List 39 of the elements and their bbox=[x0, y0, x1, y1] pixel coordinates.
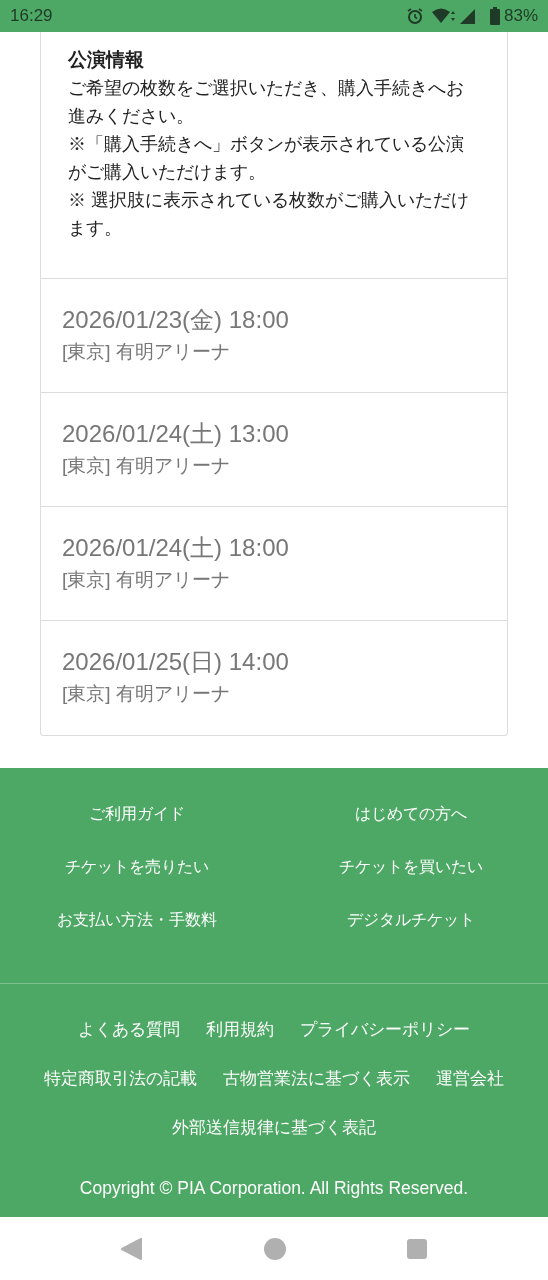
performance-row[interactable]: 2026/01/25(日) 14:00 [東京] 有明アリーナ bbox=[41, 621, 507, 735]
footer-link[interactable]: 運営会社 bbox=[436, 1065, 504, 1093]
footer-link[interactable]: 利用規約 bbox=[206, 1016, 274, 1044]
footer-link[interactable]: チケットを売りたい bbox=[65, 855, 209, 877]
performance-row[interactable]: 2026/01/24(土) 18:00 [東京] 有明アリーナ bbox=[41, 507, 507, 621]
footer-link[interactable]: 外部送信規律に基づく表記 bbox=[172, 1114, 376, 1142]
performance-row[interactable]: 2026/01/24(土) 13:00 [東京] 有明アリーナ bbox=[41, 393, 507, 507]
recents-icon[interactable] bbox=[407, 1238, 428, 1259]
performance-date: 2026/01/24(土) 18:00 bbox=[62, 533, 289, 563]
footer-link[interactable]: よくある質問 bbox=[78, 1016, 180, 1044]
back-icon[interactable] bbox=[120, 1237, 143, 1260]
info-text: ※ 選択肢に表示されている枚数がご購入いただけます。 bbox=[68, 189, 470, 240]
performance-date: 2026/01/23(金) 18:00 bbox=[62, 305, 289, 335]
venue-name: [東京] 有明アリーナ bbox=[62, 340, 230, 364]
performance-date: 2026/01/24(土) 13:00 bbox=[62, 419, 289, 449]
battery-level: 83% bbox=[503, 5, 538, 28]
footer-link[interactable]: お支払い方法・手数料 bbox=[57, 908, 217, 930]
signal-icon bbox=[459, 8, 482, 24]
venue-name: [東京] 有明アリーナ bbox=[62, 682, 230, 706]
performance-date: 2026/01/25(日) 14:00 bbox=[62, 647, 289, 677]
info-text: ※「購入手続きへ」ボタンが表示されている公演がご購入いただけます。 bbox=[68, 133, 465, 184]
section-title: 公演情報 bbox=[68, 48, 145, 72]
footer-link[interactable]: ご利用ガイド bbox=[89, 802, 185, 824]
footer-link[interactable]: はじめての方へ bbox=[355, 802, 467, 824]
info-text: ご希望の枚数をご選択いただき、購入手続きへお進みください。 bbox=[68, 77, 465, 128]
footer-link[interactable]: チケットを買いたい bbox=[339, 855, 483, 877]
alarm-icon bbox=[405, 7, 424, 25]
battery-icon bbox=[489, 7, 500, 25]
venue-name: [東京] 有明アリーナ bbox=[62, 568, 230, 592]
venue-name: [東京] 有明アリーナ bbox=[62, 454, 230, 478]
status-time: 16:29 bbox=[10, 5, 53, 28]
footer-link[interactable]: 特定商取引法の記載 bbox=[44, 1065, 197, 1093]
copyright-text: Copyright © PIA Corporation. All Rights Reserved. bbox=[78, 1177, 470, 1200]
performance-row[interactable]: 2026/01/23(金) 18:00 [東京] 有明アリーナ bbox=[41, 279, 507, 393]
footer-link[interactable]: 古物営業法に基づく表示 bbox=[223, 1065, 410, 1093]
wifi-icon bbox=[431, 8, 456, 24]
footer-link[interactable]: プライバシーポリシー bbox=[300, 1016, 470, 1044]
footer-link[interactable]: デジタルチケット bbox=[347, 908, 475, 930]
home-icon[interactable] bbox=[264, 1237, 286, 1260]
